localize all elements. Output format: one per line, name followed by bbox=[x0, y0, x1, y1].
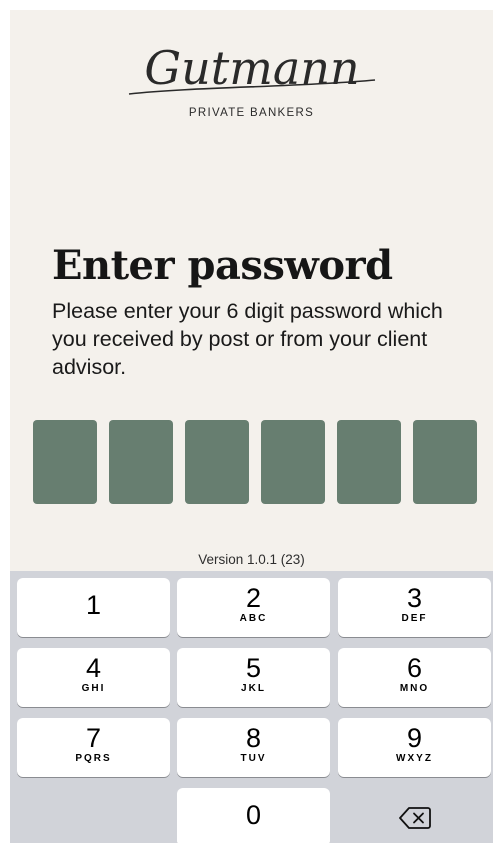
version-label: Version 1.0.1 (23) bbox=[198, 552, 305, 567]
key-8[interactable]: 8 TUV bbox=[177, 718, 330, 777]
key-letters: JKL bbox=[241, 683, 266, 694]
key-letters: GHI bbox=[81, 683, 106, 694]
key-letters: TUV bbox=[240, 753, 267, 764]
key-7[interactable]: 7 PQRS bbox=[17, 718, 170, 777]
key-3[interactable]: 3 DEF bbox=[338, 578, 491, 637]
key-5[interactable]: 5 JKL bbox=[177, 648, 330, 707]
pin-digit-box-3[interactable] bbox=[185, 420, 249, 504]
instructions-text: Please enter your 6 digit password which… bbox=[52, 299, 443, 379]
key-letters: DEF bbox=[401, 613, 428, 624]
key-letters: PQRS bbox=[75, 753, 112, 764]
pin-digit-box-2[interactable] bbox=[109, 420, 173, 504]
key-digit: 4 bbox=[85, 653, 102, 683]
key-digit: 9 bbox=[406, 723, 423, 753]
key-digit: 7 bbox=[85, 723, 102, 753]
key-letters: ABC bbox=[239, 613, 268, 624]
key-digit: 3 bbox=[406, 583, 423, 613]
app-screen: Gutmann PRIVATE BANKERS Enter password P… bbox=[10, 10, 493, 843]
key-digit: 1 bbox=[85, 590, 102, 620]
pin-input[interactable] bbox=[33, 420, 477, 504]
numeric-keypad: 1 2 ABC 3 DEF 4 GHI 5 JKL 6 MNO 7 PQRS 8… bbox=[10, 571, 493, 843]
backspace-icon bbox=[398, 806, 431, 829]
key-digit: 5 bbox=[245, 653, 262, 683]
key-digit: 0 bbox=[245, 800, 262, 830]
logo-subtitle: PRIVATE BANKERS bbox=[188, 107, 315, 119]
key-digit: 2 bbox=[245, 583, 262, 613]
gutmann-logo: Gutmann PRIVATE BANKERS bbox=[10, 40, 493, 120]
key-letters: MNO bbox=[399, 683, 430, 694]
key-1[interactable]: 1 bbox=[17, 578, 170, 637]
key-6[interactable]: 6 MNO bbox=[338, 648, 491, 707]
gutmann-script-logo: Gutmann bbox=[128, 41, 376, 95]
pin-digit-box-6[interactable] bbox=[413, 420, 477, 504]
key-digit: 8 bbox=[245, 723, 262, 753]
pin-digit-box-1[interactable] bbox=[33, 420, 97, 504]
key-4[interactable]: 4 GHI bbox=[17, 648, 170, 707]
backspace-button[interactable] bbox=[338, 788, 491, 843]
key-9[interactable]: 9 WXYZ bbox=[338, 718, 491, 777]
key-digit: 6 bbox=[406, 653, 423, 683]
pin-digit-box-4[interactable] bbox=[261, 420, 325, 504]
page-title: Enter password bbox=[52, 242, 393, 289]
pin-digit-box-5[interactable] bbox=[337, 420, 401, 504]
key-letters: WXYZ bbox=[396, 753, 433, 764]
key-2[interactable]: 2 ABC bbox=[177, 578, 330, 637]
key-0[interactable]: 0 bbox=[177, 788, 330, 843]
